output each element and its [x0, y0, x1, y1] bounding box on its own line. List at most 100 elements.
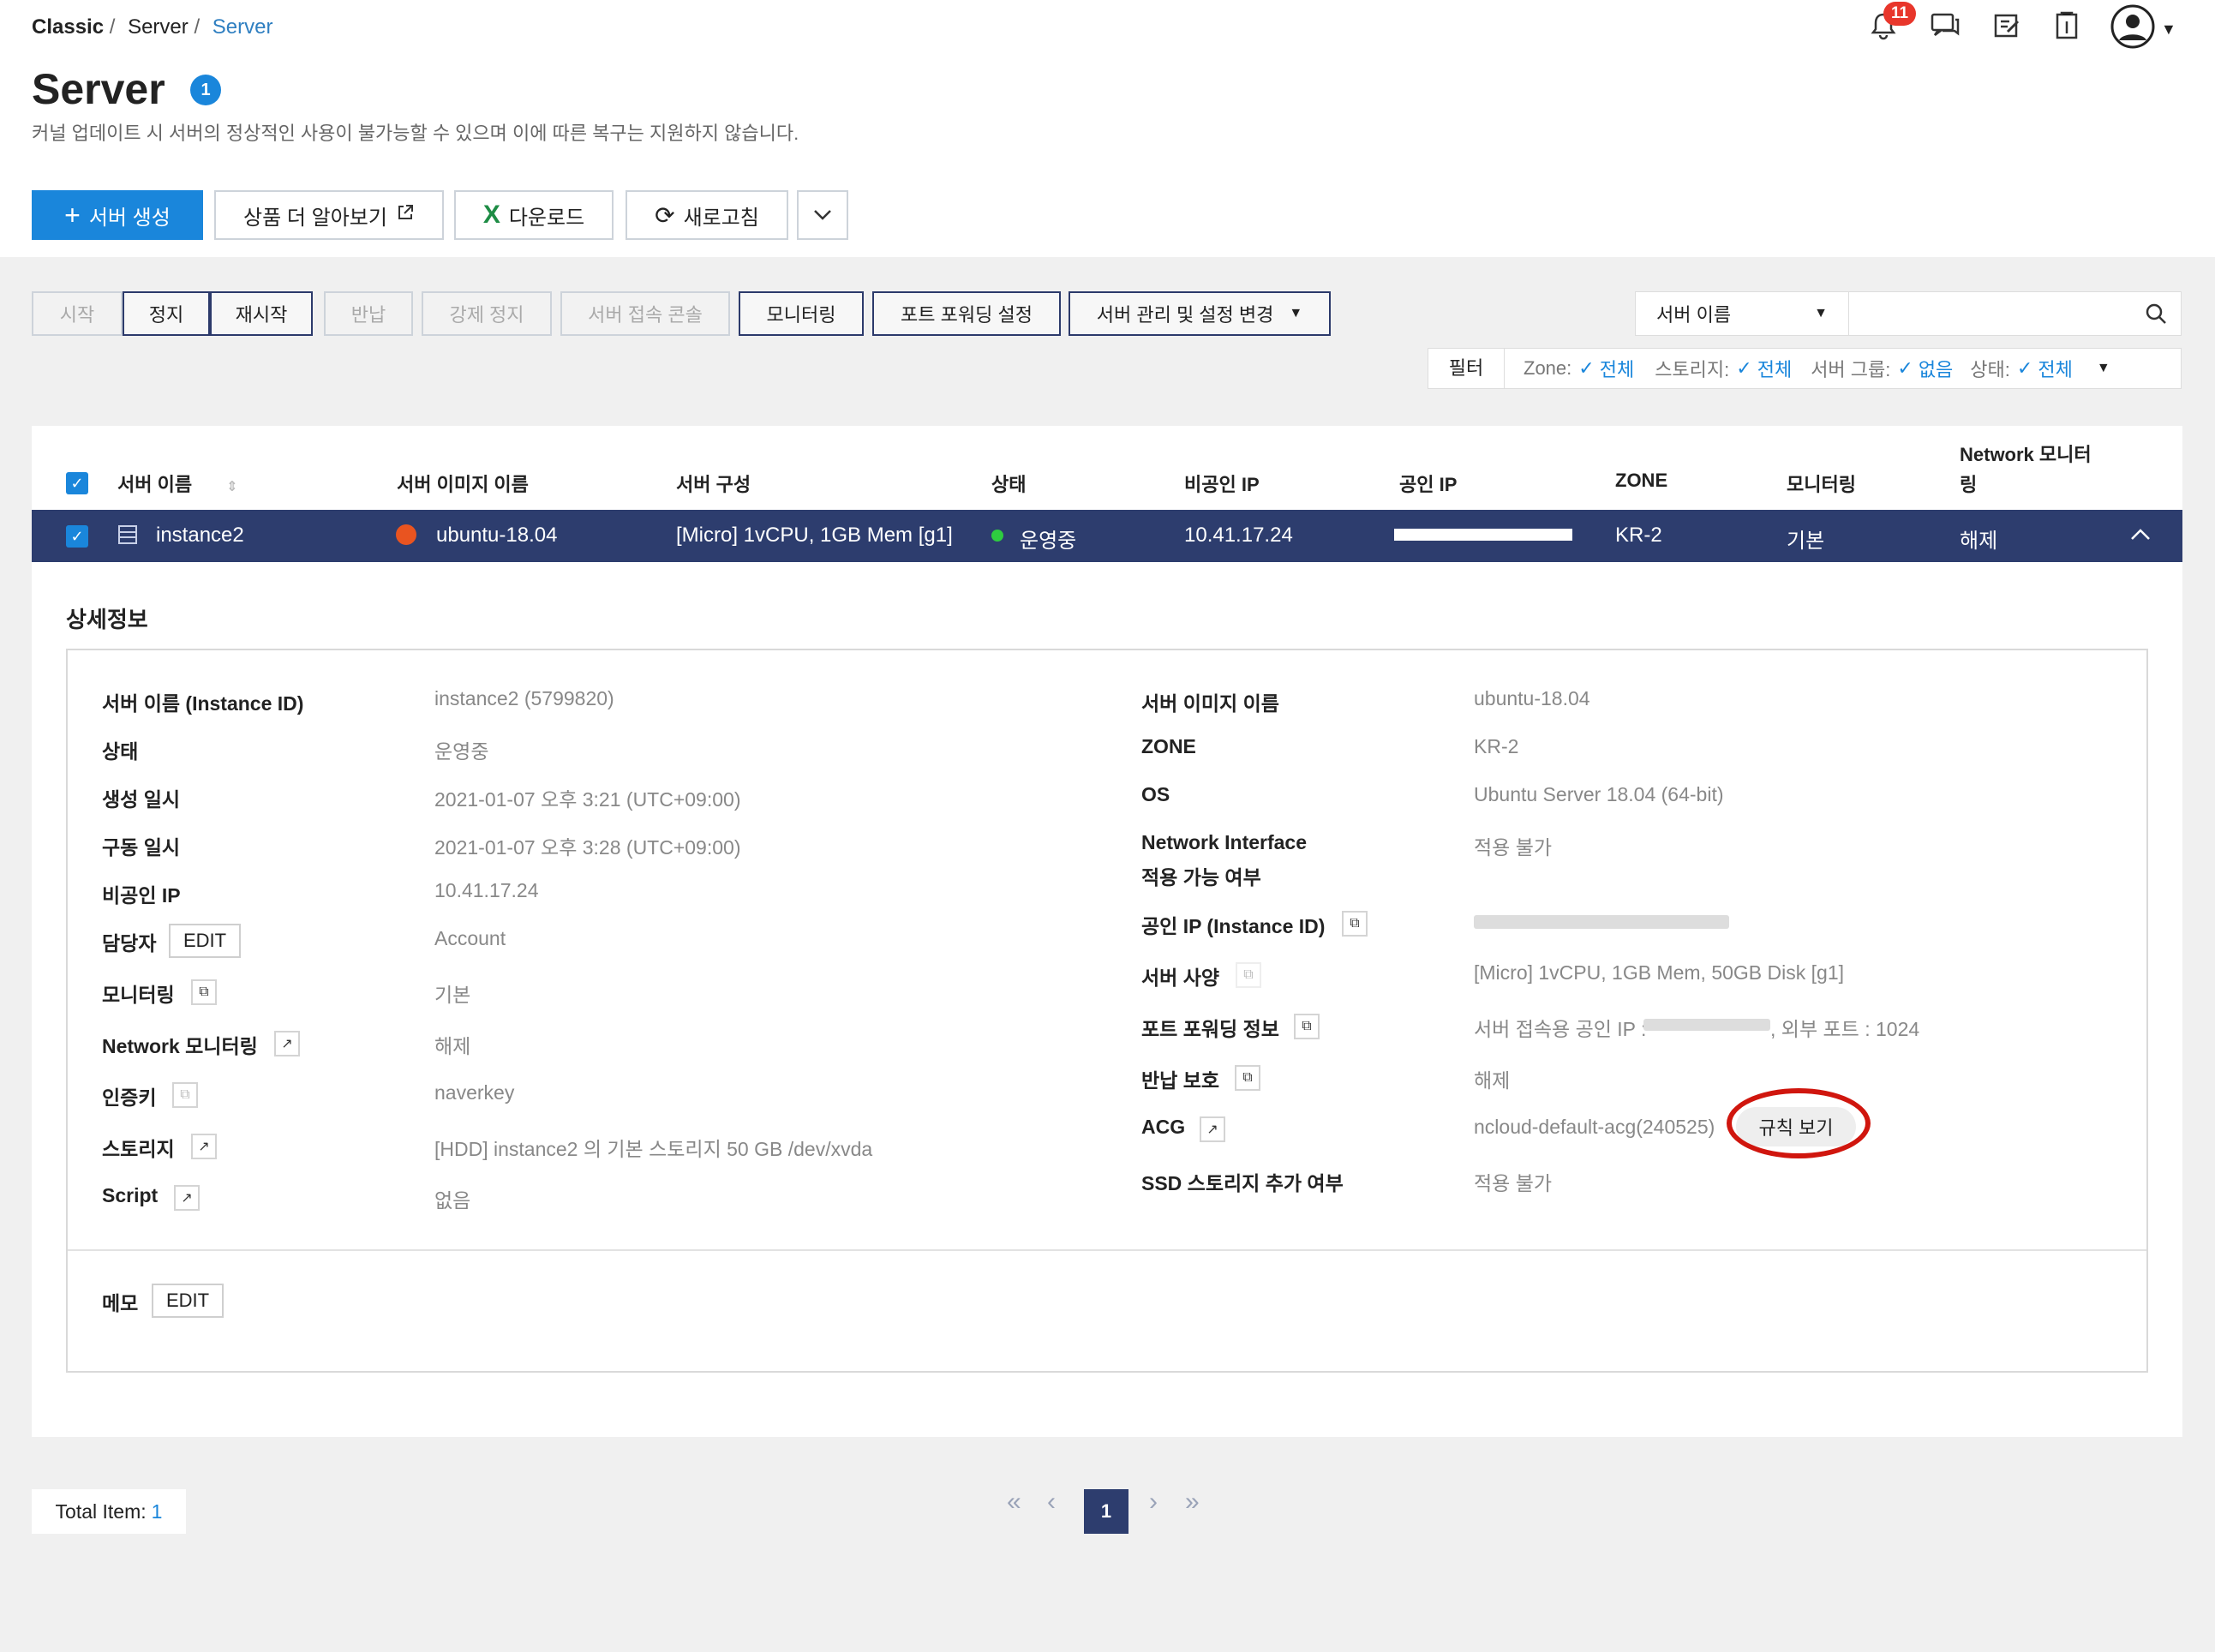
owner-edit-button[interactable]: EDIT: [169, 924, 241, 958]
detail-owner-label: 담당자: [102, 932, 157, 955]
server-console-button[interactable]: 서버 접속 콘솔: [560, 291, 730, 336]
detail-ssd-value: 적용 불가: [1474, 1172, 1553, 1194]
monitoring-button[interactable]: 모니터링: [739, 291, 864, 336]
chevron-down-icon: [813, 203, 832, 227]
row-image: ubuntu-18.04: [436, 524, 558, 547]
column-header-public-ip: 공인 IP: [1399, 474, 1458, 495]
page-number-current[interactable]: 1: [1084, 1489, 1128, 1534]
first-page-icon[interactable]: «: [1007, 1487, 1021, 1517]
more-options-button[interactable]: [797, 190, 848, 240]
learn-more-label: 상품 더 알아보기: [243, 206, 387, 230]
row-zone: KR-2: [1615, 524, 1662, 547]
table-row[interactable]: [32, 510, 2182, 562]
stop-button[interactable]: 정지: [123, 291, 210, 336]
create-server-button[interactable]: + 서버 생성: [32, 190, 203, 240]
popup-icon[interactable]: ⧉: [1236, 962, 1261, 988]
detail-spec-label: 서버 사양: [1141, 967, 1220, 989]
row-spec: [Micro] 1vCPU, 1GB Mem [g1]: [676, 524, 953, 547]
learn-more-button[interactable]: 상품 더 알아보기: [214, 190, 444, 240]
column-header-net-monitoring-1: Network 모니터: [1960, 444, 2092, 465]
filter-status-value[interactable]: 전체: [2038, 355, 2072, 382]
search-field-label: 서버 이름: [1656, 304, 1732, 326]
filter-storage-value[interactable]: 전체: [1757, 355, 1792, 382]
detail-title: 상세정보: [66, 607, 148, 632]
popup-icon[interactable]: ⧉: [1235, 1065, 1260, 1091]
detail-image-label: 서버 이미지 이름: [1141, 692, 1279, 715]
refresh-label: 새로고침: [683, 206, 759, 230]
caret-down-icon[interactable]: ▼: [2097, 361, 2110, 376]
memo-edit-button[interactable]: EDIT: [152, 1284, 224, 1318]
building-icon[interactable]: [2050, 9, 2084, 43]
detail-monitoring-label: 모니터링: [102, 984, 175, 1006]
row-checkbox[interactable]: ✓: [66, 525, 88, 548]
external-link-icon[interactable]: ↗: [1200, 1116, 1225, 1142]
detail-script-value: 없음: [434, 1189, 471, 1212]
search-icon[interactable]: [2145, 302, 2167, 329]
user-avatar-icon[interactable]: [2110, 3, 2156, 50]
filter-zone-value[interactable]: 전체: [1600, 355, 1634, 382]
row-name[interactable]: instance2: [156, 524, 244, 548]
refresh-icon: ⟳: [655, 201, 675, 229]
refresh-button[interactable]: ⟳ 새로고침: [626, 190, 788, 240]
return-button[interactable]: 반납: [324, 291, 413, 336]
filter-bar[interactable]: 필터 Zone: ✓ 전체 스토리지: ✓ 전체 서버 그룹: ✓ 없음 상태:…: [1428, 348, 2182, 389]
external-link-icon: [396, 203, 415, 228]
column-header-spec: 서버 구성: [676, 474, 751, 495]
detail-ssd-label: SSD 스토리지 추가 여부: [1141, 1172, 1344, 1194]
external-link-icon[interactable]: ↗: [174, 1185, 200, 1211]
detail-os-label: OS: [1141, 783, 1170, 805]
start-button[interactable]: 시작: [32, 291, 123, 336]
restart-button[interactable]: 재시작: [210, 291, 313, 336]
pf-ip-redacted: [1643, 1019, 1770, 1031]
prev-page-icon[interactable]: ‹: [1047, 1487, 1056, 1517]
force-stop-button[interactable]: 강제 정지: [422, 291, 552, 336]
caret-down-icon: ▼: [1289, 306, 1303, 320]
server-manage-dropdown[interactable]: 서버 관리 및 설정 변경 ▼: [1069, 291, 1331, 336]
last-page-icon[interactable]: »: [1185, 1487, 1200, 1517]
search-field-select[interactable]: 서버 이름 ▼: [1635, 291, 1849, 336]
row-public-ip-redacted: [1394, 529, 1572, 541]
filter-label[interactable]: 필터: [1428, 349, 1505, 388]
column-header-status: 상태: [991, 474, 1027, 495]
row-net-monitoring: 해제: [1960, 530, 1998, 553]
filter-zone-label: Zone:: [1524, 357, 1572, 379]
port-forwarding-button[interactable]: 포트 포워딩 설정: [872, 291, 1061, 336]
column-header-zone: ZONE: [1615, 470, 1668, 491]
user-menu-chevron-icon[interactable]: ▼: [2161, 21, 2176, 39]
detail-net-monitoring-label: Network 모니터링: [102, 1035, 258, 1057]
caret-down-icon: ▼: [1814, 306, 1828, 320]
server-manage-label: 서버 관리 및 설정 변경: [1096, 304, 1274, 326]
edit-note-icon[interactable]: [1990, 9, 2024, 43]
popup-icon[interactable]: ⧉: [1294, 1014, 1320, 1039]
sort-icon[interactable]: ⇕: [226, 480, 237, 494]
detail-name-value: instance2 (5799820): [434, 687, 614, 709]
breadcrumb-root[interactable]: Classic: [32, 15, 104, 39]
detail-public-ip-label: 공인 IP (Instance ID): [1141, 915, 1326, 937]
select-all-checkbox[interactable]: ✓: [66, 472, 88, 494]
search-input[interactable]: [1858, 295, 2118, 334]
detail-authkey-label: 인증키: [102, 1086, 157, 1109]
column-header-name[interactable]: 서버 이름 ⇕: [117, 470, 238, 497]
popup-icon[interactable]: ⧉: [172, 1082, 198, 1108]
download-button[interactable]: X 다운로드: [454, 190, 614, 240]
search-input-box[interactable]: [1849, 291, 2182, 336]
column-header-net-monitoring-2: 링: [1960, 474, 1978, 495]
next-page-icon[interactable]: ›: [1149, 1487, 1158, 1517]
popup-icon[interactable]: ⧉: [1342, 911, 1368, 937]
detail-storage-label: 스토리지: [102, 1138, 175, 1160]
breadcrumb-separator: /: [109, 15, 116, 39]
chat-icon[interactable]: [1928, 9, 1962, 43]
detail-os-value: Ubuntu Server 18.04 (64-bit): [1474, 783, 1724, 805]
external-link-icon[interactable]: ↗: [191, 1134, 217, 1159]
status-running-dot-icon: [991, 530, 1003, 542]
detail-ni-label-2: 적용 가능 여부: [1141, 866, 1261, 889]
detail-started-label: 구동 일시: [102, 836, 181, 859]
filter-group-value[interactable]: 없음: [1919, 355, 1953, 382]
popup-icon[interactable]: ⧉: [191, 979, 217, 1005]
external-link-icon[interactable]: ↗: [274, 1031, 300, 1056]
detail-script-label: Script: [102, 1184, 159, 1206]
check-icon: ✓: [1578, 357, 1595, 379]
detail-status-value: 운영중: [434, 740, 489, 763]
breadcrumb-mid[interactable]: Server: [128, 15, 189, 39]
collapse-row-icon[interactable]: [2130, 528, 2151, 546]
